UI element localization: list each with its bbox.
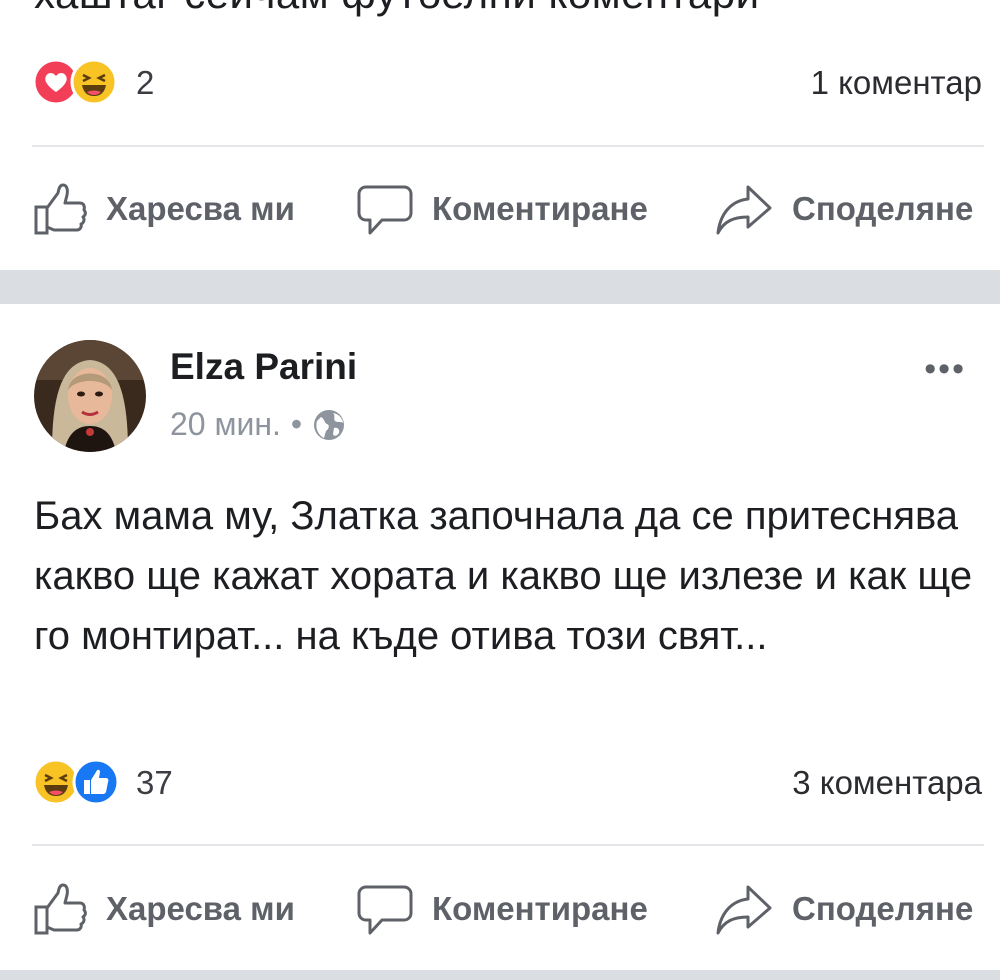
- more-options-icon[interactable]: •••: [924, 350, 966, 389]
- comment-count[interactable]: 3 коментара: [792, 764, 982, 802]
- globe-icon: [314, 409, 345, 440]
- comment-button[interactable]: Коментиране: [356, 174, 648, 244]
- comment-count[interactable]: 1 коментар: [811, 64, 982, 102]
- post-meta: 20 мин. •: [170, 406, 346, 443]
- share-button[interactable]: Споделяне: [714, 174, 973, 244]
- share-button[interactable]: Споделяне: [714, 874, 973, 944]
- avatar[interactable]: [34, 340, 146, 452]
- divider: [32, 844, 984, 846]
- post-text: Бах мама му, Златка започнала да се прит…: [34, 494, 973, 658]
- comment-label: Коментиране: [432, 890, 648, 927]
- share-arrow-icon: [716, 885, 772, 935]
- reaction-count[interactable]: 2: [136, 64, 154, 102]
- reactions-bar[interactable]: 2 1 коментар: [32, 56, 982, 106]
- meta-dot: •: [290, 406, 303, 442]
- reactions-bar[interactable]: 37 3 коментара: [32, 756, 982, 806]
- post-card-1: хаштаг сейчам футбелни коментари 2 1 ком…: [0, 0, 1000, 270]
- reaction-count[interactable]: 37: [136, 764, 173, 802]
- haha-icon: [70, 58, 118, 106]
- comment-bubble-icon: [357, 185, 413, 235]
- divider: [32, 145, 984, 147]
- post-time[interactable]: 20 мин.: [170, 406, 281, 443]
- comment-bubble-icon: [357, 885, 413, 935]
- share-label: Споделяне: [792, 190, 974, 227]
- action-bar: Харесва ми Коментиране Споделяне: [0, 174, 1000, 244]
- like-button[interactable]: Харесва ми: [32, 874, 295, 944]
- comment-button[interactable]: Коментиране: [356, 874, 648, 944]
- share-arrow-icon: [716, 185, 772, 235]
- post-separator: [0, 270, 1000, 304]
- comment-label: Коментиране: [432, 190, 648, 227]
- share-label: Споделяне: [792, 890, 974, 927]
- thumbs-up-icon: [34, 883, 87, 935]
- post-separator: [0, 970, 1000, 980]
- post-text-cut: хаштаг сейчам футбелни коментари: [34, 0, 760, 18]
- like-label: Харесва ми: [106, 190, 295, 227]
- author-name[interactable]: Elza Parini: [170, 346, 357, 388]
- like-label: Харесва ми: [106, 890, 295, 927]
- thumbs-up-icon: [34, 183, 87, 235]
- post-card-2: Elza Parini 20 мин. • ••• Бах мама му, З…: [0, 304, 1000, 970]
- like-icon: [72, 758, 120, 806]
- like-button[interactable]: Харесва ми: [32, 174, 295, 244]
- action-bar: Харесва ми Коментиране Споделяне: [0, 874, 1000, 944]
